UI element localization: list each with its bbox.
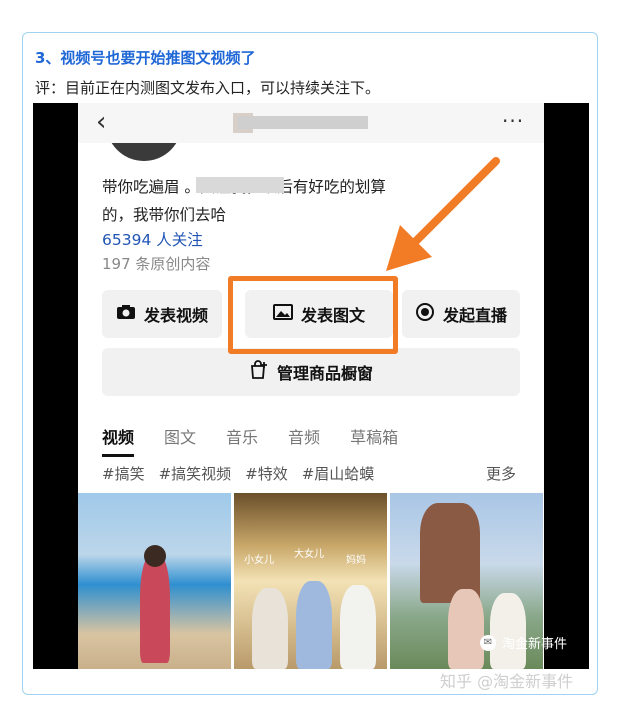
- thumbnail-label: 妈妈: [346, 555, 366, 566]
- more-icon[interactable]: ···: [502, 109, 524, 133]
- hashtag-row: #搞笑 #搞笑视频 #特效 #眉山蛤蟆: [102, 463, 374, 484]
- tab-drafts[interactable]: 草稿箱: [350, 424, 398, 457]
- article-comment: 评：目前正在内测图文发布入口，可以持续关注下。: [35, 79, 381, 97]
- wechat-icon: ✉: [480, 634, 496, 651]
- manage-shop-button[interactable]: 管理商品橱窗: [102, 348, 520, 396]
- inner-watermark-text: 淘金新事件: [502, 637, 568, 652]
- bio-line-2: 的，我带你们去哈: [102, 206, 227, 224]
- hashtag[interactable]: #特效: [245, 463, 288, 484]
- thumbnail-person: [490, 593, 526, 669]
- screenshot-frame: ‹ ··· 带你吃遍眉 。关注我，以后有好吃的划算 的，我带你们去哈 65394…: [33, 103, 589, 669]
- thumbnail-person: [140, 553, 170, 663]
- thumbnail-person: [448, 589, 484, 669]
- thumbnail-person: [144, 545, 166, 567]
- live-icon: [415, 302, 435, 326]
- hashtag[interactable]: #眉山蛤蟆: [302, 463, 375, 484]
- inner-watermark: ✉ 淘金新事件: [480, 633, 567, 652]
- original-content-count: 197 条原创内容: [102, 255, 211, 273]
- thumbnail-person: [340, 585, 376, 669]
- tab-music[interactable]: 音乐: [226, 424, 258, 457]
- tab-audio[interactable]: 音频: [288, 424, 320, 457]
- thumbnail-label: 大女儿: [294, 549, 324, 560]
- start-live-button[interactable]: 发起直播: [402, 290, 520, 338]
- hashtag[interactable]: #搞笑: [102, 463, 145, 484]
- manage-shop-label: 管理商品橱窗: [276, 364, 373, 383]
- shopping-bag-icon: [249, 360, 269, 384]
- article-heading: 3、视频号也要开始推图文视频了: [35, 49, 256, 67]
- more-tags-link[interactable]: 更多: [486, 463, 516, 484]
- back-icon[interactable]: ‹: [96, 107, 106, 137]
- tab-image-text[interactable]: 图文: [164, 424, 196, 457]
- highlight-box: [228, 276, 398, 354]
- video-thumbnail[interactable]: 小女儿 大女儿 妈妈: [234, 493, 387, 669]
- top-bar: ‹ ···: [78, 103, 544, 143]
- followers-count[interactable]: 65394 人关注: [102, 228, 203, 250]
- thumbnail-person: [252, 588, 288, 669]
- camera-icon: [116, 304, 136, 324]
- phone-screen: ‹ ··· 带你吃遍眉 。关注我，以后有好吃的划算 的，我带你们去哈 65394…: [78, 103, 544, 669]
- outer-watermark: 知乎 @淘金新事件: [440, 672, 574, 691]
- arrow-annotation: [386, 157, 500, 271]
- hashtag[interactable]: #搞笑视频: [159, 463, 232, 484]
- blurred-username: [238, 116, 368, 129]
- video-thumbnail[interactable]: [78, 493, 231, 669]
- thumbnail-label: 小女儿: [244, 555, 274, 566]
- start-live-label: 发起直播: [442, 306, 507, 325]
- thumbnail-statue: [420, 503, 480, 603]
- content-tabs: 视频 图文 音乐 音频 草稿箱: [102, 424, 398, 457]
- tab-video[interactable]: 视频: [102, 424, 135, 457]
- post-video-button[interactable]: 发表视频: [102, 290, 222, 338]
- thumbnail-person: [296, 581, 332, 669]
- blurred-bio: [196, 177, 284, 193]
- post-video-label: 发表视频: [143, 306, 208, 325]
